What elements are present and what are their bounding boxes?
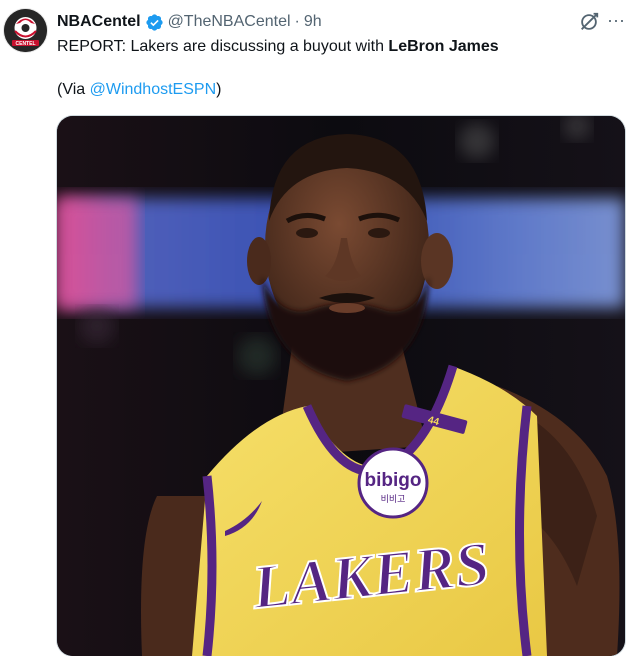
author-handle[interactable]: @TheNBACentel	[168, 13, 291, 31]
player-photo: 44 bibigo 비비고 LAKERS	[57, 116, 625, 656]
tweet-media-image[interactable]: 44 bibigo 비비고 LAKERS	[57, 116, 625, 656]
grok-icon[interactable]	[578, 11, 600, 33]
avatar[interactable]: CENTEL	[4, 9, 47, 52]
timestamp[interactable]: 9h	[304, 13, 322, 31]
tweet-text-bold: LeBron James	[388, 38, 499, 55]
more-icon[interactable]: ···	[604, 8, 628, 32]
tweet-text-main: REPORT: Lakers are discussing a buyout w…	[57, 38, 389, 55]
verified-badge-icon	[145, 13, 163, 31]
tweet-card[interactable]: CENTEL NBACentel @TheNBACentel · 9h ··· …	[0, 0, 640, 656]
via-close: )	[216, 81, 222, 98]
tweet-text: REPORT: Lakers are discussing a buyout w…	[57, 37, 499, 57]
avatar-text: CENTEL	[16, 41, 36, 47]
tweet-via-line: (Via @WindhostESPN)	[57, 80, 221, 100]
patch-subtext: 비비고	[381, 494, 406, 505]
separator-dot: ·	[294, 13, 300, 30]
author-name[interactable]: NBACentel	[57, 13, 141, 31]
tweet-header: NBACentel @TheNBACentel · 9h	[57, 11, 322, 33]
mention-link[interactable]: @WindhostESPN	[90, 81, 217, 98]
patch-text: bibigo	[365, 470, 422, 491]
via-open: (Via	[57, 81, 90, 98]
avatar-logo-icon: CENTEL	[4, 9, 47, 52]
